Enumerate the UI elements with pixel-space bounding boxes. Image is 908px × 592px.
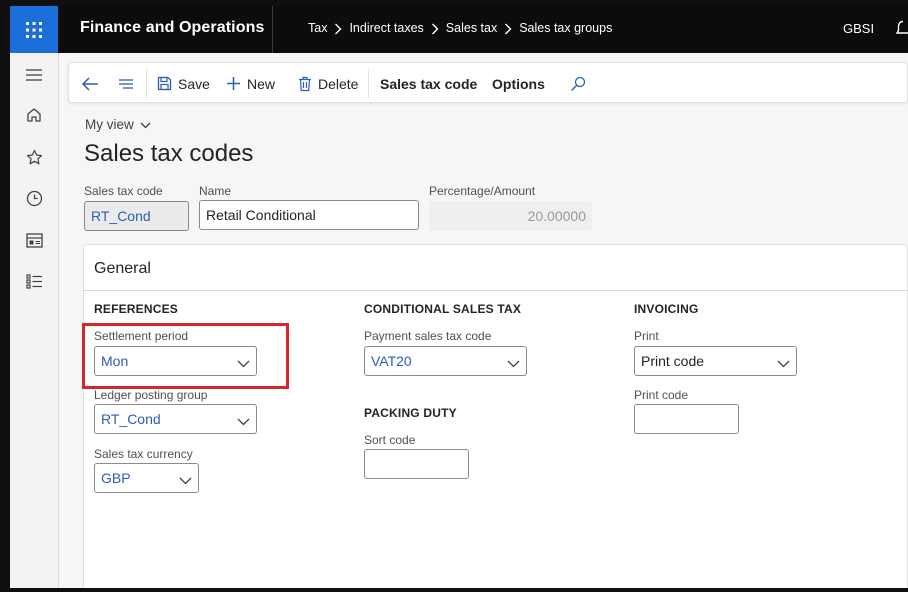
print-value: Print code: [641, 353, 705, 369]
topbar-divider: [272, 6, 273, 53]
print-code-label: Print code: [634, 388, 689, 402]
card-divider: [84, 290, 908, 291]
action-pane: Save New Delete Sales tax code Options: [68, 62, 908, 103]
general-title[interactable]: General: [94, 260, 151, 278]
print-label: Print: [634, 329, 659, 343]
sort-code-field[interactable]: [364, 449, 469, 479]
sales-tax-currency-value: GBP: [101, 470, 131, 486]
sales-tax-currency-label: Sales tax currency: [94, 447, 193, 461]
company-selector[interactable]: GBSI: [843, 21, 874, 36]
top-nav-bar: Finance and Operations Tax Indirect taxe…: [10, 6, 908, 53]
breadcrumb-item-tax[interactable]: Tax: [308, 21, 327, 35]
ledger-posting-group-dropdown[interactable]: RT_Cond: [94, 404, 257, 434]
toolbar-divider: [368, 69, 369, 98]
lines-icon[interactable]: [118, 63, 134, 104]
sales-tax-code-label: Sales tax code: [84, 184, 163, 198]
chevron-down-icon: [140, 117, 151, 132]
general-fasttab: General REFERENCES Settlement period Mon…: [83, 244, 908, 588]
workspace-icon[interactable]: [24, 230, 44, 250]
sort-code-label: Sort code: [364, 433, 416, 447]
left-nav-rail: [10, 53, 59, 588]
packing-duty-heading: PACKING DUTY: [364, 406, 457, 420]
percentage-amount-field: 20.00000: [429, 201, 592, 231]
breadcrumb-item-indirect-taxes[interactable]: Indirect taxes: [349, 21, 423, 35]
chevron-right-icon: [424, 21, 446, 35]
clock-icon[interactable]: [24, 188, 44, 208]
breadcrumb: Tax Indirect taxes Sales tax Sales tax g…: [308, 21, 612, 35]
back-arrow-icon[interactable]: [81, 63, 99, 104]
trash-icon: [298, 76, 312, 92]
conditional-sales-tax-heading: CONDITIONAL SALES TAX: [364, 302, 522, 316]
bell-icon[interactable]: [895, 20, 908, 43]
chevron-down-icon[interactable]: [777, 355, 790, 371]
references-heading: REFERENCES: [94, 302, 179, 316]
sales-tax-code-field[interactable]: RT_Cond: [84, 201, 189, 231]
payment-sales-tax-code-dropdown[interactable]: VAT20: [364, 346, 527, 376]
breadcrumb-item-sales-tax-groups[interactable]: Sales tax groups: [519, 21, 612, 35]
delete-button[interactable]: Delete: [298, 63, 358, 104]
new-button[interactable]: New: [226, 63, 275, 104]
sales-tax-code-tab[interactable]: Sales tax code: [380, 63, 477, 104]
plus-icon: [226, 76, 241, 91]
chevron-down-icon[interactable]: [507, 355, 520, 371]
save-button[interactable]: Save: [157, 63, 210, 104]
ledger-posting-group-label: Ledger posting group: [94, 388, 208, 402]
home-icon[interactable]: [24, 105, 44, 125]
delete-label: Delete: [318, 75, 359, 92]
print-dropdown[interactable]: Print code: [634, 346, 797, 376]
waffle-icon[interactable]: [10, 6, 58, 53]
name-field[interactable]: Retail Conditional: [199, 200, 419, 230]
print-code-field[interactable]: [634, 404, 739, 434]
settlement-period-highlight: [82, 323, 289, 389]
toolbar-divider: [146, 69, 147, 98]
star-icon[interactable]: [24, 147, 44, 167]
sales-tax-currency-dropdown[interactable]: GBP: [94, 463, 199, 493]
save-label: Save: [178, 75, 210, 92]
breadcrumb-item-sales-tax[interactable]: Sales tax: [446, 21, 497, 35]
list-icon[interactable]: [24, 271, 44, 291]
my-view-label: My view: [85, 117, 134, 132]
app-title[interactable]: Finance and Operations: [80, 19, 264, 37]
chevron-down-icon[interactable]: [179, 472, 192, 488]
page-title: Sales tax codes: [84, 140, 254, 167]
chevron-down-icon[interactable]: [237, 413, 250, 429]
payment-sales-tax-code-label: Payment sales tax code: [364, 329, 492, 343]
ledger-posting-group-value: RT_Cond: [101, 411, 161, 427]
hamburger-icon[interactable]: [24, 65, 44, 85]
chevron-right-icon: [497, 21, 519, 35]
invoicing-heading: INVOICING: [634, 302, 699, 316]
percentage-amount-label: Percentage/Amount: [429, 184, 536, 198]
search-icon[interactable]: [570, 63, 586, 104]
new-label: New: [247, 75, 276, 92]
main-content: Save New Delete Sales tax code Options M…: [59, 53, 908, 588]
options-tab[interactable]: Options: [492, 63, 545, 104]
chevron-right-icon: [327, 21, 349, 35]
view-selector[interactable]: My view: [85, 117, 151, 132]
name-label: Name: [199, 184, 232, 198]
payment-sales-tax-code-value: VAT20: [371, 353, 412, 369]
save-icon: [157, 76, 172, 91]
